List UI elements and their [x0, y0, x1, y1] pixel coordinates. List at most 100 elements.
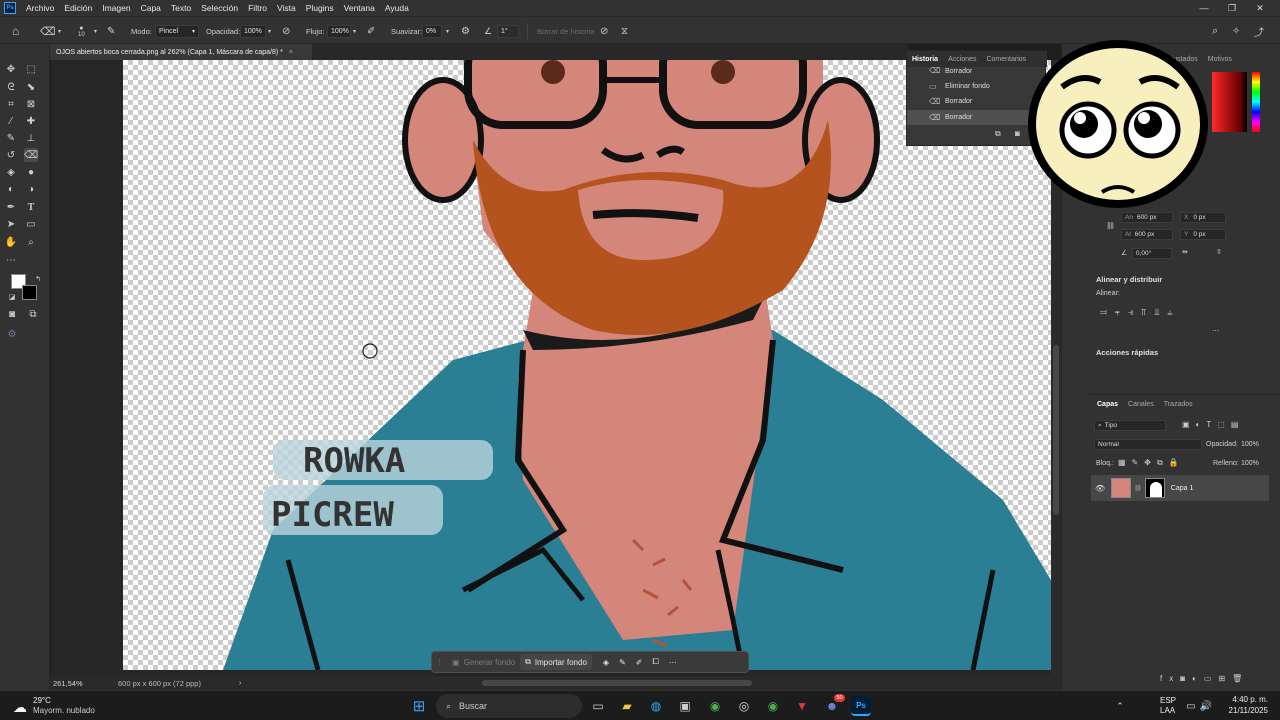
crop-tool-icon[interactable]: ⌗ — [4, 97, 18, 111]
horizontal-scroll-thumb[interactable] — [482, 680, 752, 686]
app-icon-red[interactable]: ▼ — [792, 696, 812, 716]
flip-vertical-icon[interactable]: ⇳ — [1216, 248, 1222, 256]
more-align-icon[interactable]: ⋯ — [1212, 327, 1219, 335]
edit-toolbar-icon[interactable]: ⚙ — [5, 327, 19, 341]
marquee-tool-icon[interactable]: ⬚ — [24, 62, 38, 76]
task-view-icon[interactable]: ▭ — [588, 696, 608, 716]
layer-row-capa-1[interactable]: 👁 ⛓ Capa 1 — [1091, 475, 1269, 501]
hand-tool-icon[interactable]: ✋ — [4, 235, 18, 249]
menu-capa[interactable]: Capa — [136, 3, 166, 13]
paint-bucket-tool-icon[interactable]: ◈ — [4, 165, 18, 179]
file-explorer-icon[interactable]: ▰ — [617, 696, 637, 716]
menu-seleccion[interactable]: Selección — [196, 3, 243, 13]
chevron-down-icon[interactable]: ▾ — [268, 17, 271, 45]
quick-mask-icon[interactable]: ◙ — [5, 307, 19, 321]
layers-bottom-actions[interactable]: fx◙◐▭⊞🗑 — [1160, 674, 1249, 683]
zoom-tool-icon[interactable]: ⌕ — [24, 235, 38, 249]
close-tab-icon[interactable]: × — [289, 49, 293, 56]
more-options-icon[interactable]: ⋯ — [664, 654, 682, 670]
taskbar-search[interactable]: ⌕ Buscar — [436, 694, 582, 718]
status-expand-icon[interactable]: › — [239, 680, 241, 687]
generate-background-button[interactable]: ▣ Generar fondo — [447, 654, 520, 670]
camera-icon[interactable]: ◙ — [1015, 129, 1020, 138]
edge-icon[interactable]: ◍ — [646, 696, 666, 716]
default-colors-icon[interactable]: ◪ — [5, 290, 19, 304]
swap-colors-icon[interactable]: ↰ — [31, 272, 45, 286]
weather-cloud-icon[interactable]: ☁ — [10, 697, 30, 717]
chrome-icon[interactable]: ◉ — [705, 696, 725, 716]
menu-vista[interactable]: Vista — [272, 3, 301, 13]
width-field[interactable]: An 600 px — [1121, 212, 1173, 223]
menu-archivo[interactable]: Archivo — [21, 3, 59, 13]
clone-stamp-tool-icon[interactable]: ⊥ — [24, 131, 38, 145]
lock-icons[interactable]: ▦✎✥⧉🔒 — [1118, 458, 1185, 468]
fill-value[interactable]: 100% — [1241, 460, 1259, 467]
discover-icon[interactable]: ✧ — [1232, 17, 1240, 45]
volume-icon[interactable]: 🔊 — [1196, 696, 1216, 716]
brush-settings-icon[interactable]: ✎ — [107, 17, 115, 45]
fill-icon[interactable]: ◈ — [598, 654, 614, 670]
flip-horizontal-icon[interactable]: ⇹ — [1182, 248, 1188, 256]
background-color-swatch[interactable] — [22, 285, 37, 300]
brush-size-picker[interactable]: ● 10 — [78, 17, 85, 45]
pressure-size-icon[interactable]: ⊘ — [600, 17, 608, 45]
opacity-input[interactable]: 100% — [240, 24, 266, 38]
visibility-eye-icon[interactable]: 👁 — [1095, 484, 1105, 493]
home-icon[interactable]: ⌂ — [12, 17, 19, 45]
drag-handle-icon[interactable]: ⋮ — [436, 658, 443, 666]
magic-brush-icon[interactable]: ✐ — [631, 654, 648, 670]
photoshop-taskbar-icon[interactable]: Ps — [851, 696, 871, 716]
menu-filtro[interactable]: Filtro — [243, 3, 272, 13]
document-tab[interactable]: OJOS abiertos boca cerrada.png al 262% (… — [50, 44, 312, 60]
layer-opacity-value[interactable]: 100% — [1241, 441, 1259, 448]
screen-mode-icon[interactable]: ⧉ — [26, 307, 40, 321]
airbrush-icon[interactable]: ✐ — [367, 17, 375, 45]
blur-tool-icon[interactable]: ● — [24, 165, 38, 179]
notifications-icon[interactable] — [1258, 696, 1278, 716]
eraser-tool-preset-icon[interactable]: ⌫ — [40, 17, 56, 45]
menu-edicion[interactable]: Edición — [59, 3, 97, 13]
brush-pen-icon[interactable]: ✎ — [614, 654, 631, 670]
tab-trazados[interactable]: Trazados — [1159, 401, 1198, 408]
app-icon[interactable]: ◎ — [734, 696, 754, 716]
pen-tool-icon[interactable]: ✒ — [4, 200, 18, 214]
symmetry-icon[interactable]: ⧖ — [621, 17, 628, 45]
x-field[interactable]: X 0 px — [1180, 212, 1226, 223]
store-icon[interactable]: ▣ — [675, 696, 695, 716]
hue-slider[interactable] — [1252, 72, 1260, 132]
healing-brush-tool-icon[interactable]: ✚ — [24, 114, 38, 128]
mode-select[interactable]: Pincel ▾ — [155, 24, 199, 38]
pressure-opacity-icon[interactable]: ⊘ — [282, 17, 290, 45]
frame-tool-icon[interactable]: ⊠ — [24, 97, 38, 111]
more-tools-icon[interactable]: ⋯ — [4, 253, 18, 267]
menu-ayuda[interactable]: Ayuda — [380, 3, 414, 13]
height-field[interactable]: Al 600 px — [1121, 229, 1173, 240]
chevron-down-icon[interactable]: ▾ — [446, 17, 449, 45]
layer-mask-thumbnail[interactable] — [1144, 478, 1165, 498]
language-line-2[interactable]: LAA — [1160, 706, 1175, 715]
import-background-button[interactable]: ⧉ Importar fondo — [520, 654, 592, 670]
zoom-level[interactable]: 261,54% — [53, 679, 113, 688]
chrome-profile-icon[interactable]: ◉ — [763, 696, 783, 716]
align-buttons[interactable]: ⫤⫧⫣⫪⫫⫨ — [1100, 307, 1180, 318]
smooth-input[interactable]: 0% — [422, 24, 442, 38]
transform-icon[interactable]: ⧠ — [647, 654, 663, 670]
angle-input[interactable]: 1° — [497, 24, 519, 38]
eraser-tool-icon[interactable]: ⌫ — [24, 148, 38, 162]
maximize-icon[interactable]: ❐ — [1218, 0, 1246, 16]
tab-canales[interactable]: Canales — [1123, 401, 1159, 408]
chevron-down-icon[interactable]: ▾ — [94, 17, 97, 45]
quick-actions-title[interactable]: Acciones rápidas — [1096, 348, 1158, 357]
menu-imagen[interactable]: Imagen — [97, 3, 135, 13]
tab-capas[interactable]: Capas — [1092, 401, 1123, 408]
menu-ventana[interactable]: Ventana — [339, 3, 380, 13]
vertical-scroll-thumb[interactable] — [1053, 345, 1059, 515]
layer-filter-icons[interactable]: ▣◐T⬚▤ — [1182, 420, 1244, 429]
align-section-title[interactable]: Alinear y distribuir — [1096, 275, 1162, 284]
object-selection-tool-icon[interactable]: ⬊ — [24, 80, 38, 94]
share-icon[interactable]: ⤴ — [1254, 17, 1264, 45]
tab-acciones[interactable]: Acciones — [943, 56, 981, 63]
menu-texto[interactable]: Texto — [166, 3, 196, 13]
mask-link-icon[interactable]: ⛓ — [1134, 485, 1142, 492]
eyedropper-tool-icon[interactable]: ⁄ — [4, 114, 18, 128]
